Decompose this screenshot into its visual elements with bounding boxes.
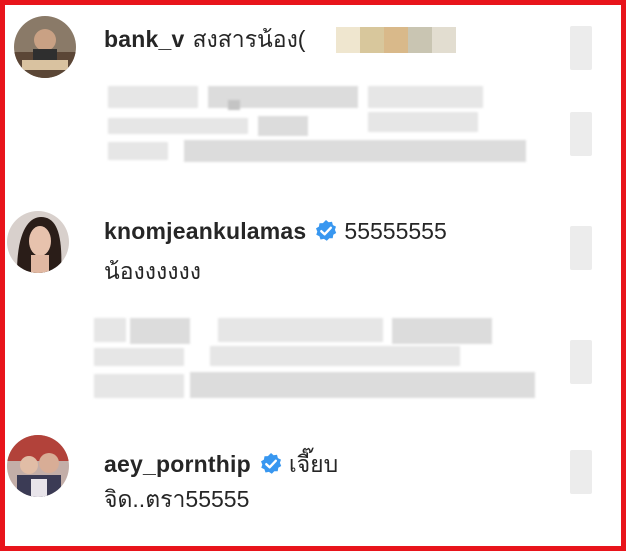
comment-text: สงสารน้อง( bbox=[192, 26, 306, 52]
avatar-bank-v[interactable] bbox=[14, 16, 76, 78]
username-bank-v[interactable]: bank_v bbox=[104, 24, 184, 54]
comment-bank-v-line1: bank_v สงสารน้อง( bbox=[104, 24, 305, 54]
blurred-text bbox=[108, 118, 248, 134]
blurred-text bbox=[130, 318, 190, 344]
blurred-emoji bbox=[432, 27, 456, 53]
comment-aey-pornthip-line1: aey_pornthip เจี๊ยบ bbox=[104, 449, 338, 479]
blurred-like-icon[interactable] bbox=[570, 26, 592, 70]
blurred-text bbox=[108, 142, 168, 160]
blurred-like-icon[interactable] bbox=[570, 450, 592, 494]
avatar-knomjeankulamas[interactable] bbox=[7, 211, 69, 273]
blurred-text bbox=[108, 86, 198, 108]
comment-text-line2: จิด..ตรา55555 bbox=[104, 486, 250, 512]
comment-knomjeankulamas-line1: knomjeankulamas 55555555 bbox=[104, 216, 447, 246]
blurred-text bbox=[258, 116, 308, 136]
blurred-text bbox=[190, 372, 535, 398]
blurred-text bbox=[210, 346, 460, 366]
blurred-text bbox=[218, 318, 383, 342]
comment-text-line2: น้องงงงงง bbox=[104, 258, 201, 284]
blurred-like-icon[interactable] bbox=[570, 226, 592, 270]
blurred-emoji bbox=[360, 27, 384, 53]
comment-text: เจี๊ยบ bbox=[288, 451, 339, 477]
blurred-text bbox=[228, 100, 240, 110]
verified-badge-icon bbox=[314, 219, 338, 243]
blurred-text bbox=[184, 140, 526, 162]
comment-text: 55555555 bbox=[344, 218, 447, 244]
blurred-emoji bbox=[408, 27, 432, 53]
blurred-text bbox=[392, 318, 492, 344]
username-aey-pornthip[interactable]: aey_pornthip bbox=[104, 449, 251, 479]
blurred-like-icon[interactable] bbox=[570, 112, 592, 156]
blurred-text bbox=[94, 318, 126, 342]
blurred-text bbox=[368, 86, 483, 108]
avatar-aey-pornthip[interactable] bbox=[7, 435, 69, 497]
blurred-text bbox=[368, 112, 478, 132]
blurred-like-icon[interactable] bbox=[570, 340, 592, 384]
blurred-text bbox=[94, 348, 184, 366]
blurred-emoji bbox=[336, 27, 360, 53]
verified-badge-icon bbox=[259, 452, 283, 476]
blurred-text bbox=[94, 374, 184, 398]
username-knomjeankulamas[interactable]: knomjeankulamas bbox=[104, 216, 306, 246]
blurred-emoji bbox=[384, 27, 408, 53]
